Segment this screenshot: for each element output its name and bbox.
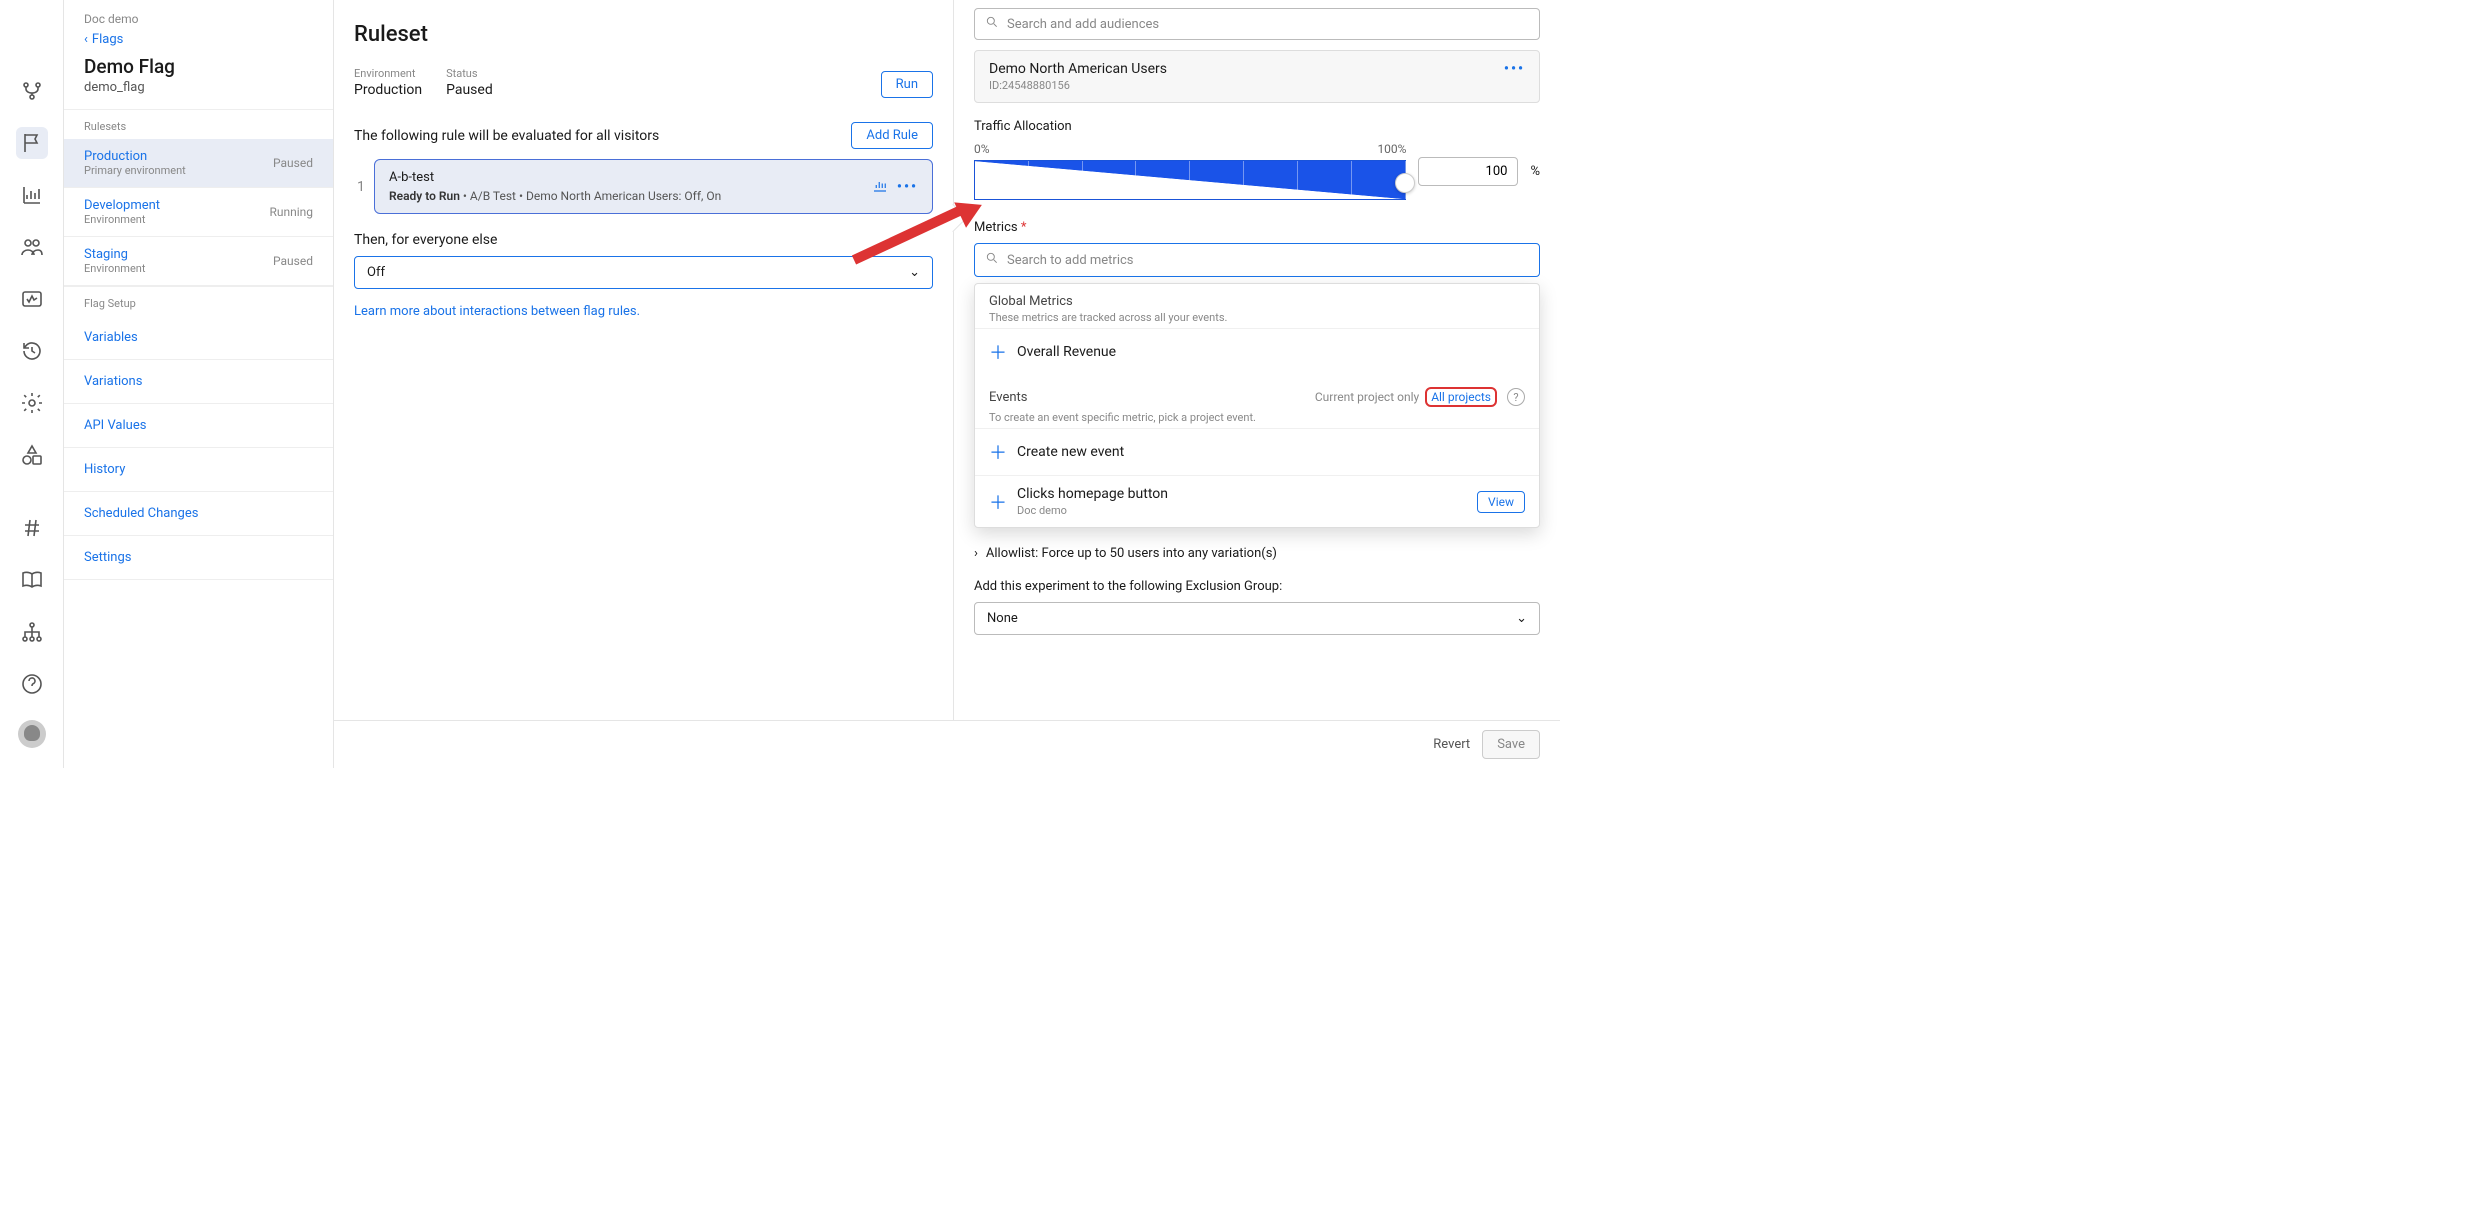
add-rule-button[interactable]: Add Rule [851,122,933,149]
event-clicks-homepage[interactable]: ＋ Clicks homepage button Doc demo View [975,475,1539,527]
view-button[interactable]: View [1477,491,1525,513]
sidebar: Doc demo ‹Flags Demo Flag demo_flag Rule… [64,0,334,768]
rule-chart-icon[interactable] [871,176,889,198]
nav-history[interactable]: History [64,448,333,492]
help-icon[interactable]: ? [1507,388,1525,406]
chevron-right-icon: › [974,546,978,561]
help-icon[interactable] [16,668,48,700]
gear-icon[interactable] [16,387,48,419]
rule-intro: The following rule will be evaluated for… [354,128,659,144]
branch-icon[interactable] [16,75,48,107]
back-link[interactable]: ‹Flags [84,32,313,47]
plus-icon: ＋ [989,489,1005,515]
save-button[interactable]: Save [1482,730,1540,759]
chevron-down-icon: ⌄ [909,265,920,280]
search-icon [985,251,999,269]
metric-overall-revenue[interactable]: ＋ Overall Revenue [975,328,1539,375]
plus-icon: ＋ [989,339,1005,365]
metrics-search[interactable]: Search to add metrics [974,243,1540,277]
nav-settings[interactable]: Settings [64,536,333,580]
traffic-input[interactable] [1418,157,1518,186]
allowlist-toggle[interactable]: › Allowlist: Force up to 50 users into a… [974,546,1540,561]
rule-card[interactable]: 1 A-b-test Ready to Run • A/B Test • Dem… [374,159,933,214]
else-select[interactable]: Off ⌄ [354,256,933,289]
nav-api-values[interactable]: API Values [64,404,333,448]
audience-search[interactable]: Search and add audiences [974,8,1540,40]
chart-icon[interactable] [16,179,48,211]
plus-icon: ＋ [989,439,1005,465]
rule-menu-icon[interactable]: ••• [897,179,918,195]
learn-more-link[interactable]: Learn more about interactions between fl… [354,304,640,319]
slider-handle-icon[interactable] [1395,173,1415,193]
flag-title: Demo Flag [84,55,313,78]
hash-icon[interactable] [16,512,48,544]
all-projects-toggle[interactable]: All projects [1425,387,1497,407]
icon-rail [0,0,64,768]
shapes-icon[interactable] [16,439,48,471]
chevron-left-icon: ‹ [84,32,88,47]
flag-icon[interactable] [16,127,48,159]
else-label: Then, for everyone else [354,232,933,248]
section-flag-setup: Flag Setup [64,286,333,316]
run-button[interactable]: Run [881,71,933,98]
monitor-icon[interactable] [16,283,48,315]
nav-variables[interactable]: Variables [64,316,333,360]
nav-variations[interactable]: Variations [64,360,333,404]
history-icon[interactable] [16,335,48,367]
section-rulesets: Rulesets [64,109,333,139]
revert-button[interactable]: Revert [1433,737,1470,752]
book-icon[interactable] [16,564,48,596]
create-new-event[interactable]: ＋ Create new event [975,428,1539,475]
audience-menu-icon[interactable]: ••• [1504,61,1525,77]
avatar[interactable] [18,720,46,748]
traffic-label: Traffic Allocation [974,119,1540,134]
users-icon[interactable] [16,231,48,263]
chevron-down-icon: ⌄ [1516,611,1527,626]
footer: Revert Save [334,720,1560,768]
traffic-slider[interactable] [974,160,1406,200]
search-icon [985,15,999,33]
env-development[interactable]: DevelopmentEnvironment Running [64,188,333,237]
audience-chip: Demo North American Users ID:24548880156… [974,50,1540,103]
nav-scheduled-changes[interactable]: Scheduled Changes [64,492,333,536]
metrics-dropdown: Global Metrics These metrics are tracked… [974,283,1540,528]
breadcrumb: Doc demo [84,12,313,26]
ruleset-panel: Ruleset EnvironmentProduction StatusPaus… [334,0,954,768]
sitemap-icon[interactable] [16,616,48,648]
exclusion-select[interactable]: None ⌄ [974,602,1540,635]
flag-key: demo_flag [84,80,313,95]
config-panel: Search and add audiences Demo North Amer… [954,0,1560,768]
page-title: Ruleset [354,22,933,47]
env-staging[interactable]: StagingEnvironment Paused [64,237,333,286]
env-production[interactable]: ProductionPrimary environment Paused [64,139,333,188]
